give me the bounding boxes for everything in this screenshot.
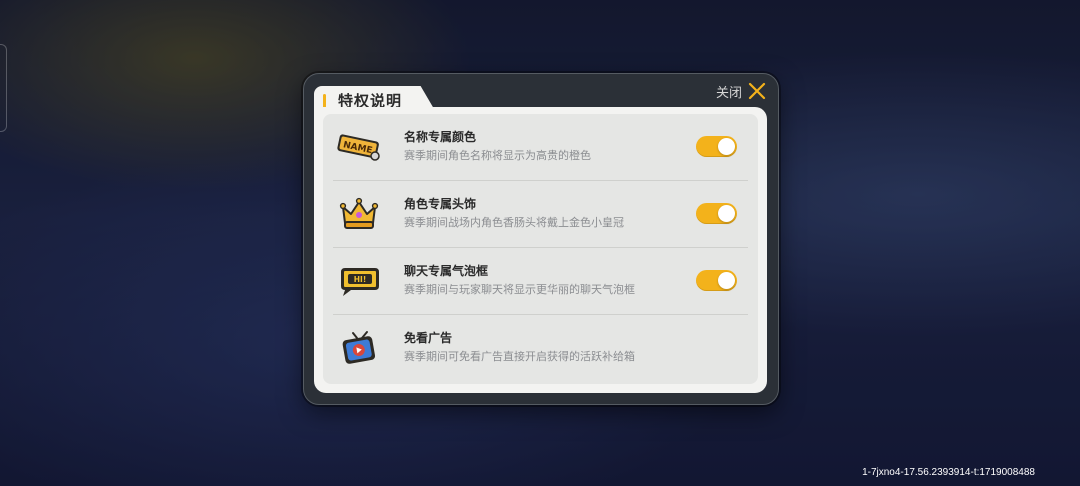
privilege-name: 角色专属头饰 bbox=[404, 197, 477, 211]
headwear-toggle[interactable] bbox=[696, 203, 737, 224]
dialog-content-card: NAME 名称专属颜色 赛季期间角色名称将显示为高贵的橙色 角色专属头饰 赛季期… bbox=[314, 107, 767, 393]
privilege-description: 赛季期间角色名称将显示为高贵的橙色 bbox=[404, 149, 591, 162]
close-button[interactable]: 关闭 bbox=[716, 80, 766, 102]
privilege-row-headwear: 角色专属头饰 赛季期间战场内角色香肠头将戴上金色小皇冠 bbox=[323, 181, 758, 248]
close-label: 关闭 bbox=[715, 85, 742, 101]
build-watermark: 1-7jxno4-17.56.2393914-t:1719008488 bbox=[862, 467, 1035, 478]
privilege-dialog: 特权说明 关闭 NAME 名称专属颜色 赛季期间角色名称将显示为高贵的橙色 角色… bbox=[303, 73, 779, 405]
crown-icon bbox=[339, 197, 379, 229]
chat-bubble-icon: HI! bbox=[341, 268, 379, 296]
privilege-name: 聊天专属气泡框 bbox=[404, 264, 489, 278]
close-icon[interactable] bbox=[748, 82, 766, 100]
ad-tv-icon bbox=[342, 331, 376, 364]
privilege-description: 赛季期间战场内角色香肠头将戴上金色小皇冠 bbox=[404, 216, 624, 229]
chat-bubble-toggle[interactable] bbox=[696, 270, 737, 291]
privilege-name: 名称专属颜色 bbox=[404, 130, 477, 144]
privilege-description: 赛季期间可免看广告直接开启获得的活跃补给箱 bbox=[404, 350, 635, 363]
toggle-knob bbox=[718, 205, 735, 222]
side-panel-edge bbox=[0, 44, 7, 132]
privilege-row-ad-free: 免看广告 赛季期间可免看广告直接开启获得的活跃补给箱 bbox=[323, 315, 758, 382]
toggle-knob bbox=[718, 272, 735, 289]
name-tag-icon: NAME bbox=[337, 134, 380, 161]
toggle-knob bbox=[718, 138, 735, 155]
privilege-description: 赛季期间与玩家聊天将显示更华丽的聊天气泡框 bbox=[404, 283, 635, 296]
privilege-list: NAME 名称专属颜色 赛季期间角色名称将显示为高贵的橙色 角色专属头饰 赛季期… bbox=[323, 114, 758, 384]
privilege-row-chat-bubble: HI! 聊天专属气泡框 赛季期间与玩家聊天将显示更华丽的聊天气泡框 bbox=[323, 248, 758, 315]
name-color-toggle[interactable] bbox=[696, 136, 737, 157]
privilege-row-name-color: NAME 名称专属颜色 赛季期间角色名称将显示为高贵的橙色 bbox=[323, 114, 758, 181]
chat-bubble-text: HI! bbox=[354, 275, 367, 284]
privilege-name: 免看广告 bbox=[404, 331, 453, 345]
